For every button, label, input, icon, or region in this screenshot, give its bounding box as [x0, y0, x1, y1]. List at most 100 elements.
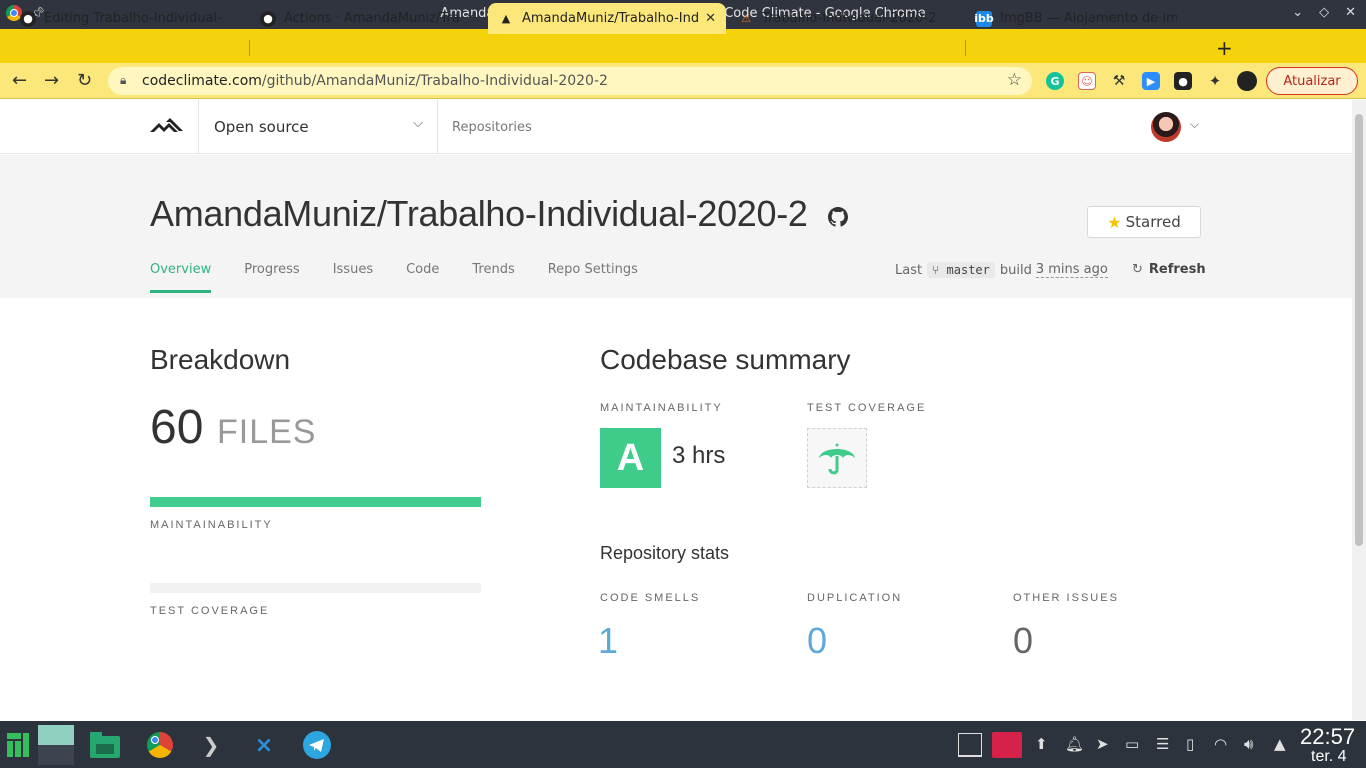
reader-icon[interactable]: ●	[1174, 72, 1192, 90]
url-text[interactable]: codeclimate.com/github/AmandaMuniz/Traba…	[142, 73, 608, 89]
page-title: AmandaMuniz/Trabalho-Individual-2020-2	[150, 193, 808, 234]
refresh-label: Refresh	[1148, 262, 1206, 277]
close-tab-icon[interactable]: ✕	[465, 11, 476, 26]
minimize-icon[interactable]: ⌄	[1292, 5, 1303, 20]
update-icon[interactable]: ⬆	[1035, 735, 1048, 753]
other-issues-label: OTHER ISSUES	[1013, 592, 1119, 604]
tab-label: Editing Trabalho-Individual-2020-2	[44, 11, 221, 26]
build-info: Last ⑂ master build 3 mins ago	[895, 262, 1108, 278]
maintainability-grade[interactable]: A	[600, 428, 661, 488]
tab-code[interactable]: Code	[406, 262, 439, 293]
clock-time[interactable]: 22:57	[1300, 724, 1355, 750]
chrome-taskbar-icon[interactable]	[142, 730, 178, 760]
github-icon: ●	[260, 10, 276, 27]
lock-icon[interactable]: 🔒︎	[120, 73, 126, 88]
notifications-icon[interactable]: 🔔︎	[1065, 735, 1084, 753]
wifi-icon[interactable]: ◠	[1214, 735, 1227, 753]
page-scrollbar[interactable]	[1352, 100, 1366, 720]
duplication-count[interactable]: 0	[807, 620, 827, 662]
tab-repo-settings[interactable]: Repo Settings	[548, 262, 638, 293]
close-tab-icon[interactable]: ✕	[943, 11, 954, 26]
manjaro-menu-icon[interactable]	[4, 730, 34, 760]
org-name: Open source	[214, 118, 309, 136]
maintainability-label: MAINTAINABILITY	[150, 519, 273, 531]
other-issues-count: 0	[1013, 620, 1034, 661]
grammarly-icon[interactable]: G	[1046, 72, 1064, 90]
close-tab-icon[interactable]: ✕	[1183, 11, 1194, 26]
bookmark-star-icon[interactable]: ☆	[1007, 70, 1022, 90]
files-icon[interactable]	[90, 730, 120, 760]
build-last-label: Last	[895, 262, 923, 278]
terminal-tray-icon[interactable]: ▭	[1125, 735, 1139, 753]
codeclimate-header: Open source ⌵ Repositories ⌵	[0, 100, 1352, 154]
tools-icon[interactable]: ⚒	[1110, 72, 1128, 90]
tray-expand-icon[interactable]: ▲	[1274, 735, 1286, 753]
telegram-icon[interactable]	[302, 730, 332, 760]
duplication-label: DUPLICATION	[807, 592, 903, 604]
coverage-placeholder[interactable]	[807, 428, 867, 488]
maintainability-bar-fill	[150, 497, 481, 507]
maximize-icon[interactable]: ◇	[1319, 5, 1329, 20]
navigation-bar: ← → ↻ 🔒︎ codeclimate.com/github/AmandaMu…	[0, 63, 1366, 99]
codeclimate-logo-icon[interactable]	[150, 118, 184, 136]
profile-avatar[interactable]	[1237, 71, 1257, 91]
new-tab-icon[interactable]: +	[1216, 36, 1233, 60]
browser-tab[interactable]: ● Actions · AmandaMuniz/Trabalho ✕	[250, 3, 486, 34]
tab-label: Actions · AmandaMuniz/Trabalho	[284, 11, 460, 26]
vscode-icon[interactable]: ⨯	[249, 730, 279, 760]
zoom-icon[interactable]: ▶	[1142, 72, 1160, 90]
tab-progress[interactable]: Progress	[244, 262, 299, 293]
extension-icon[interactable]: ☺	[1078, 72, 1096, 90]
github-icon[interactable]	[828, 207, 848, 227]
terminal-icon[interactable]: ❯	[196, 730, 226, 760]
avatar[interactable]	[1151, 112, 1181, 142]
org-select[interactable]: Open source ⌵	[198, 100, 438, 154]
show-desktop-icon[interactable]	[958, 733, 982, 757]
starred-label: Starred	[1125, 213, 1181, 231]
tab-label: ImgBB — Alojamento de imagens	[1000, 11, 1178, 26]
usb-icon[interactable]: ▯	[1186, 735, 1194, 753]
chevron-down-icon[interactable]: ⌵	[1190, 117, 1199, 132]
technical-debt[interactable]: 3 hrs	[672, 442, 725, 470]
close-tab-icon[interactable]: ✕	[227, 11, 238, 26]
build-time[interactable]: 3 mins ago	[1035, 262, 1108, 278]
coverage-bar[interactable]	[150, 583, 481, 593]
puzzle-icon[interactable]: ✦	[1206, 72, 1224, 90]
update-button[interactable]: Atualizar	[1266, 67, 1358, 95]
branch-icon: ⑂	[932, 263, 940, 277]
browser-tab[interactable]: ⚠ Trabalho-Individual-2020-2 - A ✕	[728, 3, 964, 34]
star-icon: ★	[1107, 212, 1122, 232]
clipboard-icon[interactable]: ☰	[1156, 735, 1169, 753]
code-smells-count[interactable]: 1	[598, 620, 618, 662]
repositories-link[interactable]: Repositories	[452, 120, 532, 135]
refresh-button[interactable]: ↻ Refresh	[1132, 262, 1206, 277]
browser-tab-active[interactable]: ▲ AmandaMuniz/Trabalho-Individual ✕	[488, 3, 726, 34]
maintainability-bar[interactable]	[150, 497, 481, 507]
starred-button[interactable]: ★ Starred	[1087, 206, 1201, 238]
back-icon[interactable]: ←	[12, 70, 27, 91]
imgbb-icon: ibb	[974, 10, 994, 27]
branch-badge: ⑂ master	[927, 262, 995, 278]
volume-icon[interactable]: 🔊︎	[1244, 735, 1253, 753]
clock-date[interactable]: ter. 4	[1311, 748, 1347, 766]
browser-tab[interactable]: ● Editing Trabalho-Individual-2020-2 ✕	[10, 3, 248, 34]
close-window-icon[interactable]: ✕	[1345, 5, 1356, 20]
trash-icon[interactable]	[992, 732, 1022, 758]
tab-issues[interactable]: Issues	[333, 262, 373, 293]
repo-hero: AmandaMuniz/Trabalho-Individual-2020-2 ★…	[0, 155, 1352, 298]
browser-tab[interactable]: ibb ImgBB — Alojamento de imagens ✕	[966, 3, 1204, 34]
summary-coverage-label: TEST COVERAGE	[807, 402, 927, 414]
scrollbar-thumb[interactable]	[1355, 114, 1363, 546]
workspace-pager[interactable]	[38, 725, 74, 765]
forward-icon[interactable]: →	[44, 70, 59, 91]
build-label: build	[999, 262, 1032, 278]
coverage-label: TEST COVERAGE	[150, 605, 270, 617]
page-viewport: Open source ⌵ Repositories ⌵ AmandaMuniz…	[0, 100, 1352, 708]
address-bar[interactable]: 🔒︎ codeclimate.com/github/AmandaMuniz/Tr…	[108, 67, 1032, 95]
reload-icon[interactable]: ↻	[77, 70, 92, 91]
tab-overview[interactable]: Overview	[150, 262, 212, 293]
send-icon[interactable]: ➤	[1096, 735, 1109, 753]
close-tab-icon[interactable]: ✕	[705, 11, 716, 26]
tab-label: Trabalho-Individual-2020-2 - A	[762, 11, 937, 26]
tab-trends[interactable]: Trends	[472, 262, 514, 293]
